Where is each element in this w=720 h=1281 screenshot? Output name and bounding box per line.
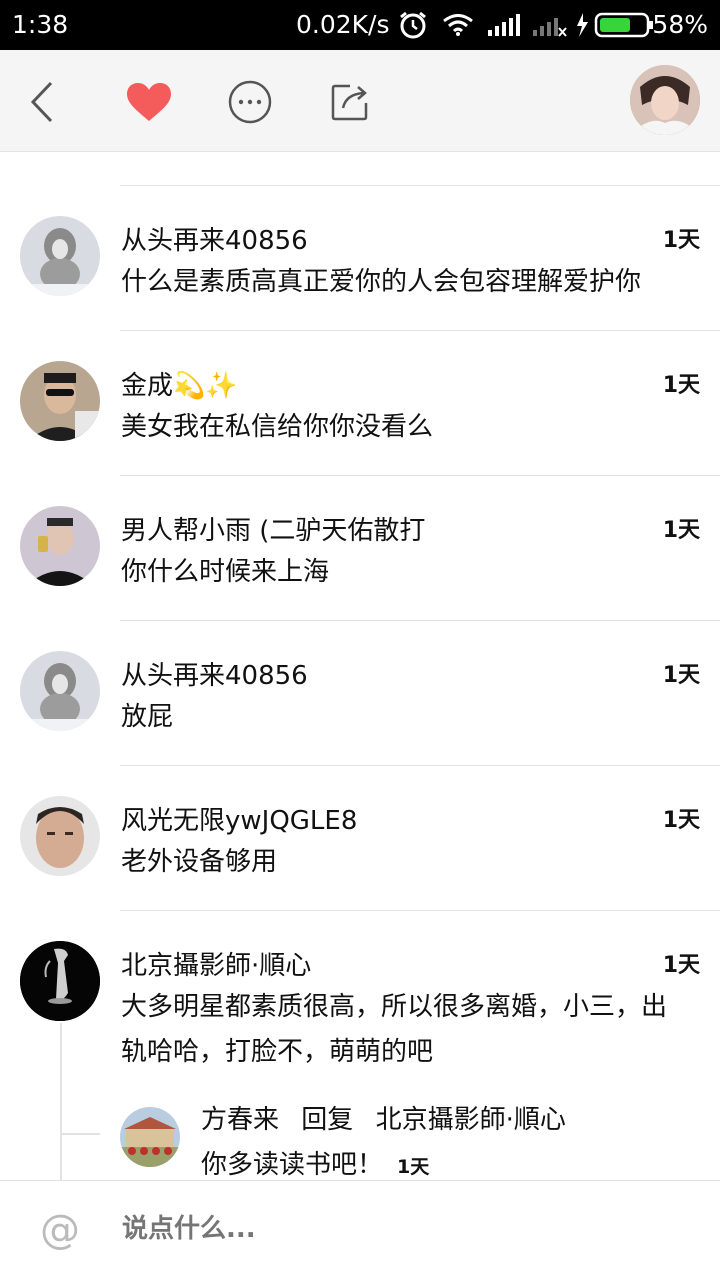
user-avatar[interactable]: [20, 216, 100, 296]
signal-2-icon: [533, 18, 567, 37]
reply-target[interactable]: 北京攝影師·順心: [376, 1105, 566, 1135]
wolf-avatar-image: [20, 216, 100, 296]
battery-percent: 58%: [652, 10, 708, 39]
share-button[interactable]: [326, 78, 374, 126]
wolf-avatar-image: [20, 651, 100, 731]
heart-icon: [127, 83, 171, 121]
share-icon: [331, 84, 368, 121]
thread-line: [60, 1023, 62, 1180]
comment-time: 1天: [662, 518, 700, 543]
reply-author[interactable]: 方春来: [201, 1105, 279, 1135]
reply-action: 回复: [301, 1105, 354, 1135]
reply-time: 1天: [397, 1156, 430, 1178]
comment-author[interactable]: 北京攝影師·順心: [121, 945, 311, 982]
avatar: [630, 65, 700, 135]
comment-item[interactable]: 北京攝影師·順心 1天 大多明星都素质很高，所以很多离婚，小三，出轨哈哈，打脸不…: [0, 911, 720, 1180]
profile-avatar[interactable]: [630, 65, 700, 135]
status-time: 1:38: [12, 10, 69, 39]
user-avatar[interactable]: [20, 651, 100, 731]
status-bar: 1:38 0.02K/s 58%: [0, 0, 720, 50]
user-avatar[interactable]: [20, 506, 100, 586]
reply-header: 方春来 回复 北京攝影師·順心: [201, 1099, 566, 1136]
comment-text: 什么是素质高真正爱你的人会包容理解爱护你: [121, 267, 642, 297]
comment-time: 1天: [662, 663, 700, 688]
silver-figure-avatar-image: [20, 941, 100, 1021]
comment-list[interactable]: 从头再来40856 1天 什么是素质高真正爱你的人会包容理解爱护你 金成💫✨ 1…: [0, 152, 720, 1180]
comment-time: 1天: [662, 808, 700, 833]
reply-avatar[interactable]: [120, 1107, 180, 1167]
at-mention-icon[interactable]: @: [40, 1205, 80, 1255]
comment-item[interactable]: 从头再来40856 1天 放屁: [0, 621, 720, 765]
comment-item[interactable]: 从头再来40856 1天 什么是素质高真正爱你的人会包容理解爱护你: [0, 186, 720, 330]
wifi-icon: [443, 14, 473, 36]
comment-text: 你什么时候来上海: [121, 557, 330, 587]
user-avatar[interactable]: [20, 796, 100, 876]
thread-connector: [60, 1133, 100, 1135]
comment-time: 1天: [662, 373, 700, 398]
comment-text: 放屁: [121, 702, 174, 732]
alarm-icon: [400, 11, 426, 39]
comment-author[interactable]: 风光无限ywJQGLE8: [121, 800, 357, 837]
comment-text: 美女我在私信给你你没看么: [121, 412, 434, 442]
toolbar: [0, 50, 720, 152]
comment-input-bar: @: [0, 1180, 720, 1281]
more-button[interactable]: [226, 78, 274, 126]
comment-author[interactable]: 从头再来40856: [121, 220, 308, 257]
comment-author[interactable]: 从头再来40856: [121, 655, 308, 692]
back-icon: [30, 81, 53, 123]
comment-text: 大多明星都素质很高，所以很多离婚，小三，出轨哈哈，打脸不，萌萌的吧: [121, 992, 668, 1067]
battery-icon: [577, 12, 653, 38]
network-speed: 0.02K/s: [296, 10, 390, 39]
user-avatar[interactable]: [20, 941, 100, 1021]
comment-input[interactable]: [120, 1213, 684, 1245]
reply-body: 你多读读书吧！ 1天: [201, 1144, 429, 1180]
signal-icon: [488, 14, 520, 36]
man-selfie-avatar-image: [20, 506, 100, 586]
comment-author[interactable]: 金成💫✨: [121, 365, 238, 402]
comment-item[interactable]: 男人帮小雨 (二驴天佑散打 1天 你什么时候来上海: [0, 476, 720, 620]
comment-time: 1天: [662, 228, 700, 253]
user-avatar[interactable]: [20, 361, 100, 441]
comment-time: 1天: [662, 953, 700, 978]
comment-item[interactable]: 金成💫✨ 1天 美女我在私信给你你没看么: [0, 331, 720, 475]
like-button[interactable]: [125, 78, 173, 126]
building-avatar-image: [120, 1107, 180, 1167]
man-sunglasses-avatar-image: [20, 361, 100, 441]
comment-item[interactable]: 风光无限ywJQGLE8 1天 老外设备够用: [0, 766, 720, 910]
comment-text: 老外设备够用: [121, 847, 278, 877]
back-button[interactable]: [18, 78, 66, 126]
reply-text: 你多读读书吧！: [201, 1150, 384, 1180]
comment-author[interactable]: 男人帮小雨 (二驴天佑散打: [121, 510, 425, 547]
more-icon: [228, 80, 272, 124]
man-closeup-avatar-image: [20, 796, 100, 876]
